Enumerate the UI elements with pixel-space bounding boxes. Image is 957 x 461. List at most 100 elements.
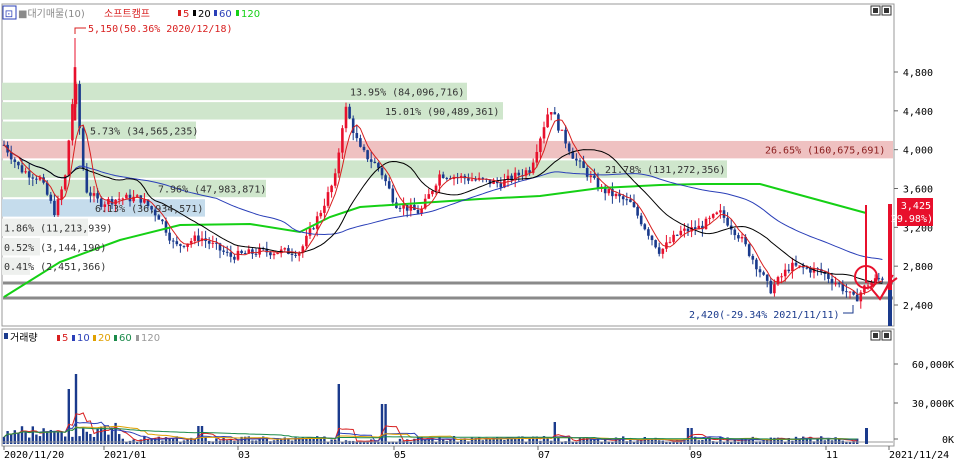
volume-bar [35,434,38,444]
volume-bar [118,434,121,444]
candle-body [546,114,549,128]
candle-body [161,219,164,222]
volume-bar [100,426,103,444]
x-tick-label: 05 [394,450,406,461]
candle-body [791,262,794,272]
candle-body [535,151,539,163]
volume-bar [568,437,571,444]
current-change: ( 29.98%) [879,214,933,225]
candle-body [549,112,553,115]
volume-bar [67,389,70,444]
volume-bar [704,438,708,444]
candle-body [711,214,715,218]
candle-body [9,152,13,160]
candle-body [182,245,186,247]
candle-body [290,254,294,256]
candle-body [629,199,632,203]
candle-body [225,251,229,253]
candle-body [665,242,668,249]
candle-body [708,217,711,219]
x-tick-label: 09 [690,450,702,461]
candle-body [467,178,470,181]
candle-body [881,278,884,280]
volume-bar [528,438,531,444]
candle-body [773,284,776,294]
candle-body [632,202,636,208]
candle-body [359,138,362,147]
candle-body [305,235,308,247]
volume-bar [827,438,830,444]
candle-body [621,196,625,200]
candle-body [589,175,593,177]
y-tick-label: 4,400 [903,107,933,118]
volume-bar [622,436,625,444]
vol-legend-ma5: 5 [62,333,68,344]
volume-bar [28,437,31,444]
candle-body [81,128,85,169]
candle-body [272,253,276,256]
candle-body [737,235,740,239]
y-tick-label: 3,600 [903,185,933,196]
candle-body [830,278,834,284]
candle-body [593,175,596,178]
candle-body [143,199,146,203]
candle-body [762,272,765,275]
candle-body [207,241,211,244]
candle-body [434,185,438,191]
candle-body [679,230,683,236]
price-legend: ⊡ ■대기매물(10) 소프트캠프 5 20 60 120 [2,5,260,20]
volume-bar [643,436,646,444]
candle-body [283,248,287,250]
candle-body [384,175,387,182]
candle-body [326,192,330,206]
candle-body [337,152,341,174]
candle-body [481,177,485,179]
candle-body [362,146,366,151]
volume-bar [168,438,171,444]
candle-body [189,240,193,244]
candle-body [848,291,852,293]
candle-body [834,283,837,285]
candle-body [438,174,441,186]
candle-body [769,280,773,294]
candle-body [135,195,139,197]
x-tick-label: 11 [826,450,838,461]
candle-body [13,159,17,162]
current-price: 3,425 [901,201,931,212]
volume-profile-label: 0.41% (2,451,366) [4,262,106,273]
candle-body [751,255,755,260]
volume-profile-label: 1.86% (11,213,939) [4,223,112,234]
candle-body [398,207,402,209]
candle-body [614,193,618,197]
legend-prefix: ■대기매물(10) [18,8,85,20]
volume-bar [204,437,207,444]
vol-tick-30000: 30,000K [912,399,954,410]
candle-body [377,163,380,168]
volume-bar [74,374,78,444]
candle-body [845,291,848,293]
y-tick-label: 2,800 [903,262,933,273]
candle-body [733,229,737,236]
candle-body [805,267,809,269]
candle-body [197,235,200,241]
candle-body [139,195,143,203]
volume-bar [398,438,402,444]
date-x-axis: 2020/11/20 2021/01 03 05 07 09 11 2021/11/24 [3,446,949,461]
candle-body [560,129,564,131]
candle-body [582,161,585,168]
volume-bar [121,438,124,444]
legend-ma60: 60 [219,9,232,20]
volume-bar [172,438,175,444]
candle-body [517,172,521,176]
price-y-axis: 4,8004,4004,0003,6003,2002,8002,400 [894,68,933,312]
volume-bar [438,436,441,444]
volume-bar [308,438,312,444]
candle-body [827,273,830,279]
candle-body [341,128,344,153]
candle-body [578,160,582,162]
candle-body [308,228,312,236]
svg-text:⊡: ⊡ [5,9,13,20]
candle-body [369,159,373,162]
candle-body [222,250,225,252]
candle-body [643,224,647,230]
